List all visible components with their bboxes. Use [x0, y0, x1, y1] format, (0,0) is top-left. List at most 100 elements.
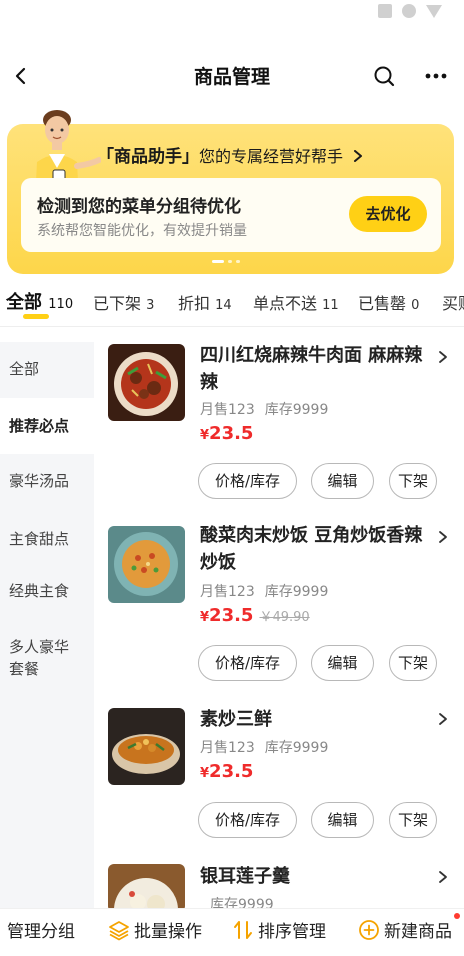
- price-value: 23.5: [209, 423, 254, 444]
- chevron-right-icon[interactable]: [436, 870, 450, 884]
- optimize-button[interactable]: 去优化: [349, 196, 427, 232]
- stir-fry-image: [108, 708, 185, 785]
- sidebar-item-family-set[interactable]: 多人豪华套餐: [0, 636, 78, 680]
- banner-headline[interactable]: 「商品助手」您的专属经营好帮手: [97, 142, 363, 167]
- product-meta: 月售123 库存9999: [200, 581, 328, 601]
- square-status-icon: [378, 4, 392, 18]
- tab-discount[interactable]: 折扣 14: [178, 290, 232, 314]
- sidebar-item-classic-staple[interactable]: 经典主食: [0, 580, 94, 602]
- monthly-sales: 月售123: [200, 740, 255, 756]
- tab-buy-gift-label: 买赠: [442, 294, 464, 313]
- monthly-sales: 月售123: [200, 402, 255, 418]
- product-card[interactable]: 酸菜肉末炒饭 豆角炒饭香辣炒饭 月售123 库存9999 ¥23.5 ￥49.90 …: [94, 522, 464, 692]
- optimize-subtitle: 系统帮您智能优化，有效提升销量: [37, 223, 247, 239]
- tab-off-shelf[interactable]: 已下架 3: [93, 290, 154, 314]
- sidebar-item-soup[interactable]: 豪华汤品: [0, 470, 94, 492]
- chevron-right-icon[interactable]: [436, 530, 450, 544]
- product-image[interactable]: [108, 526, 185, 603]
- chevron-right-icon[interactable]: [436, 712, 450, 726]
- sort-icon: [234, 920, 252, 939]
- new-product-button[interactable]: 新建商品: [358, 917, 452, 942]
- off-shelf-button[interactable]: 下架: [389, 645, 437, 681]
- product-price: ¥23.5 ￥49.90: [200, 605, 310, 626]
- nav-bar: 商品管理: [0, 52, 464, 100]
- product-name: 四川红烧麻辣牛肉面 麻麻辣辣: [200, 345, 423, 393]
- banner-headline-title: 「商品助手」: [97, 147, 199, 167]
- stock-count: 库存9999: [264, 584, 329, 600]
- product-card[interactable]: 素炒三鲜 月售123 库存9999 ¥23.5 价格/库存 编辑 下架: [94, 704, 464, 844]
- tab-not-delivered-alone[interactable]: 单点不送 11: [253, 290, 339, 314]
- status-bar: [0, 0, 464, 40]
- tab-discount-label: 折扣: [178, 294, 211, 313]
- product-name: 酸菜肉末炒饭 豆角炒饭香辣炒饭: [200, 525, 423, 573]
- product-card[interactable]: 银耳莲子羹 库存9999: [94, 860, 464, 908]
- product-image[interactable]: [108, 344, 185, 421]
- price-value: 23.5: [209, 761, 254, 782]
- off-shelf-button[interactable]: 下架: [389, 802, 437, 838]
- filter-tabs: 全部 110 已下架 3 折扣 14 单点不送 11 已售罄 0 买赠: [0, 280, 464, 326]
- tab-sold-out[interactable]: 已售罄 0: [358, 290, 419, 314]
- product-meta: 库存9999: [200, 894, 274, 908]
- triangle-status-icon: [426, 4, 442, 18]
- tab-not-delivered-alone-count: 11: [322, 298, 339, 313]
- tab-discount-count: 14: [215, 298, 232, 313]
- stock-count: 库存9999: [210, 897, 274, 908]
- product-name: 素炒三鲜: [200, 709, 272, 730]
- tab-buy-gift[interactable]: 买赠: [442, 290, 464, 314]
- price-value: 23.5: [209, 605, 254, 626]
- batch-operation-button[interactable]: 批量操作: [108, 917, 202, 942]
- chevron-right-icon: [353, 150, 362, 162]
- product-price: ¥23.5: [200, 423, 253, 444]
- search-button[interactable]: [368, 60, 400, 92]
- new-product-label: 新建商品: [384, 922, 452, 942]
- price-currency: ¥: [200, 428, 210, 443]
- tab-off-shelf-count: 3: [146, 298, 155, 313]
- tab-sold-out-count: 0: [411, 298, 420, 313]
- product-meta: 月售123 库存9999: [200, 399, 328, 419]
- more-button[interactable]: [420, 60, 452, 92]
- more-dots-icon: [425, 73, 447, 79]
- sidebar-item-all[interactable]: 全部: [0, 358, 94, 380]
- price-currency: ¥: [200, 610, 210, 625]
- bottom-toolbar: 管理分组 批量操作 排序管理 新建商品: [0, 908, 464, 956]
- product-meta: 月售123 库存9999: [200, 737, 328, 757]
- tab-all-count: 110: [48, 297, 74, 312]
- assistant-banner[interactable]: 「商品助手」您的专属经营好帮手 检测到您的菜单分组待优化 系统帮您智能优化，有效…: [7, 110, 454, 274]
- price-stock-button[interactable]: 价格/库存: [198, 802, 297, 838]
- lotus-soup-image: [108, 864, 185, 908]
- search-icon: [374, 66, 395, 87]
- off-shelf-button[interactable]: 下架: [389, 463, 437, 499]
- edit-button[interactable]: 编辑: [311, 802, 374, 838]
- edit-button[interactable]: 编辑: [311, 463, 374, 499]
- category-sidebar: 全部 推荐必点 豪华汤品 主食甜点 经典主食 多人豪华套餐: [0, 342, 94, 908]
- sidebar-item-staple-dessert[interactable]: 主食甜点: [0, 528, 94, 550]
- sort-management-label: 排序管理: [258, 922, 326, 942]
- price-stock-button[interactable]: 价格/库存: [198, 645, 297, 681]
- divider: [0, 326, 464, 327]
- product-image[interactable]: [108, 708, 185, 785]
- batch-operation-label: 批量操作: [134, 922, 202, 942]
- chevron-right-icon[interactable]: [436, 350, 450, 364]
- original-price: ￥49.90: [259, 610, 310, 625]
- monthly-sales: 月售123: [200, 584, 255, 600]
- edit-button[interactable]: 编辑: [311, 645, 374, 681]
- banner-headline-sub: 您的专属经营好帮手: [199, 147, 344, 166]
- tab-all[interactable]: 全部 110: [6, 288, 73, 314]
- price-currency: ¥: [200, 766, 210, 781]
- tab-not-delivered-alone-label: 单点不送: [253, 294, 318, 313]
- price-stock-button[interactable]: 价格/库存: [198, 463, 297, 499]
- layers-icon: [109, 920, 129, 940]
- manage-groups-label: 管理分组: [7, 922, 75, 942]
- plus-circle-icon: [359, 919, 379, 940]
- sort-management-button[interactable]: 排序管理: [232, 917, 326, 942]
- optimize-title: 检测到您的菜单分组待优化: [37, 197, 241, 217]
- carousel-indicator: [212, 260, 240, 263]
- fried-rice-image: [108, 526, 185, 603]
- product-image[interactable]: [108, 864, 185, 908]
- manage-groups-button[interactable]: 管理分组: [7, 917, 75, 942]
- beef-noodle-image: [108, 344, 185, 421]
- product-card[interactable]: 四川红烧麻辣牛肉面 麻麻辣辣 月售123 库存9999 ¥23.5 价格/库存 编…: [94, 342, 464, 512]
- sidebar-item-recommended[interactable]: 推荐必点: [0, 398, 94, 454]
- stock-count: 库存9999: [264, 402, 329, 418]
- notification-badge: [454, 913, 460, 919]
